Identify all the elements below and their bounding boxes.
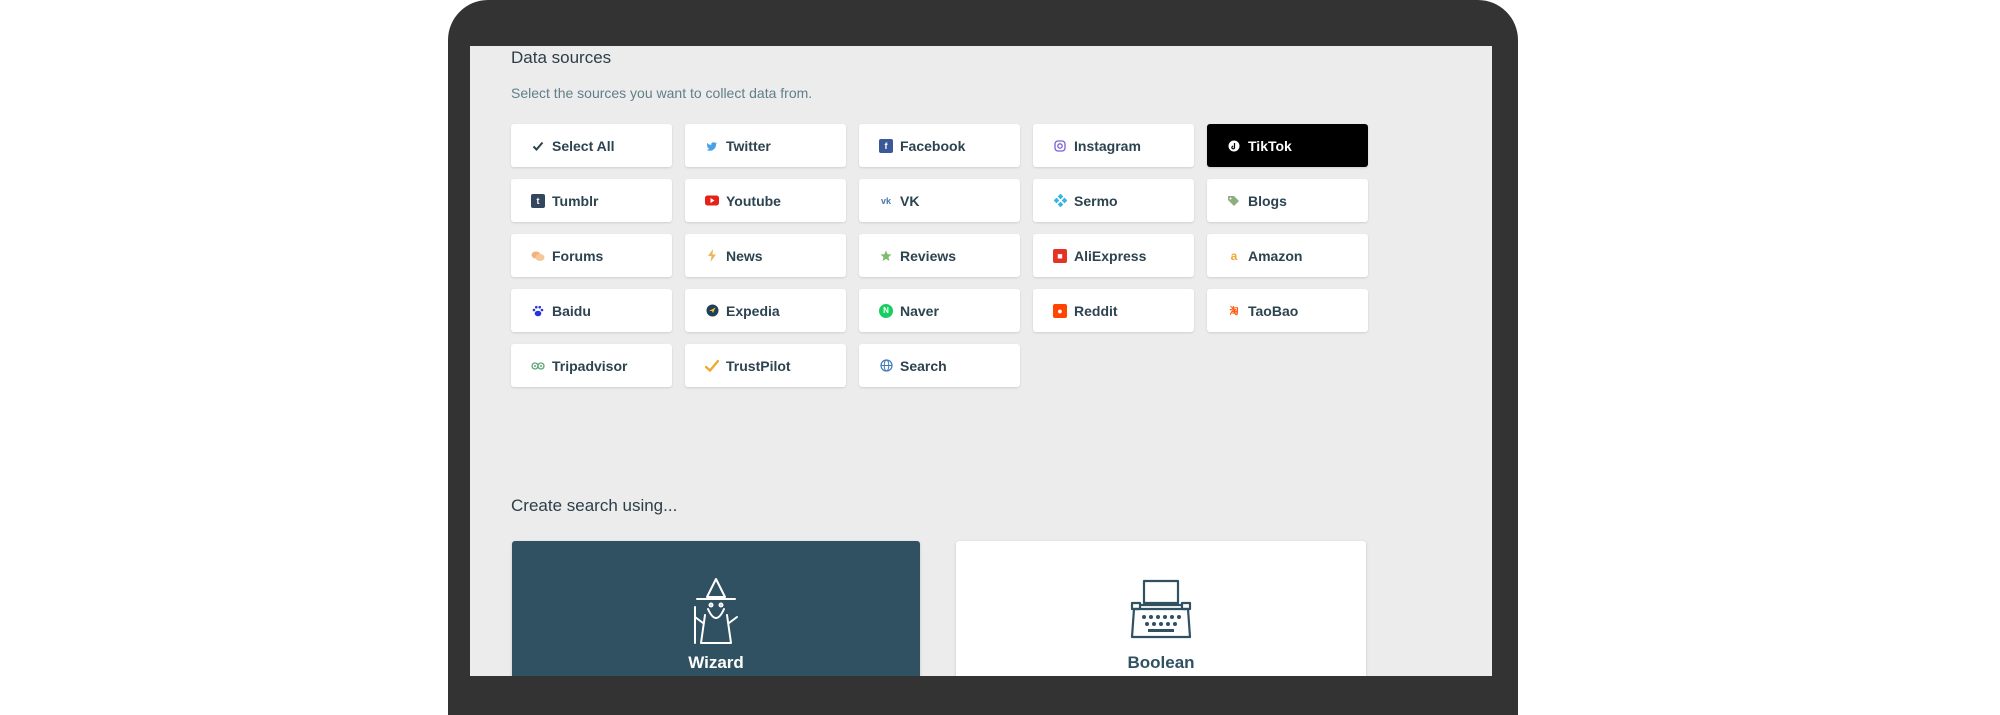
source-news-button[interactable]: News — [685, 234, 846, 277]
source-tiktok-button[interactable]: TikTok — [1207, 124, 1368, 167]
source-label: Naver — [900, 302, 939, 319]
source-tripadvisor-button[interactable]: Tripadvisor — [511, 344, 672, 387]
twitter-icon — [705, 139, 719, 153]
checkmark-icon — [705, 359, 719, 373]
source-label: VK — [900, 192, 920, 209]
source-label: News — [726, 247, 763, 264]
source-vk-button[interactable]: vk VK — [859, 179, 1020, 222]
source-label: Blogs — [1248, 192, 1287, 209]
source-taobao-button[interactable]: 淘 TaoBao — [1207, 289, 1368, 332]
bolt-icon — [705, 249, 719, 263]
source-label: TikTok — [1248, 137, 1292, 154]
source-blogs-button[interactable]: Blogs — [1207, 179, 1368, 222]
source-label: TrustPilot — [726, 357, 791, 374]
source-label: Baidu — [552, 302, 591, 319]
app-screen: Data sources Select the sources you want… — [470, 46, 1492, 676]
source-trustpilot-button[interactable]: TrustPilot — [685, 344, 846, 387]
source-label: Reviews — [900, 247, 957, 264]
source-search-button[interactable]: Search — [859, 344, 1020, 387]
naver-icon: N — [879, 303, 893, 318]
facebook-icon: f — [879, 138, 893, 153]
tripadvisor-owl-icon — [531, 359, 545, 373]
source-label: Search — [900, 357, 947, 374]
source-twitter-button[interactable]: Twitter — [685, 124, 846, 167]
vk-icon: vk — [880, 195, 891, 206]
source-facebook-button[interactable]: f Facebook — [859, 124, 1020, 167]
source-label: Youtube — [726, 192, 781, 209]
source-baidu-button[interactable]: Baidu — [511, 289, 672, 332]
source-label: Tripadvisor — [552, 357, 628, 374]
source-label: Select All — [552, 137, 615, 154]
check-icon — [531, 139, 545, 153]
source-label: Sermo — [1074, 192, 1118, 209]
taobao-icon: 淘 — [1229, 305, 1239, 316]
source-aliexpress-button[interactable]: ■ AliExpress — [1033, 234, 1194, 277]
source-label: Instagram — [1074, 137, 1141, 154]
sermo-icon — [1053, 194, 1067, 208]
source-instagram-button[interactable]: Instagram — [1033, 124, 1194, 167]
source-amazon-button[interactable]: a Amazon — [1207, 234, 1368, 277]
chat-bubbles-icon — [531, 249, 545, 263]
source-reviews-button[interactable]: Reviews — [859, 234, 1020, 277]
source-tumblr-button[interactable]: t Tumblr — [511, 179, 672, 222]
source-expedia-button[interactable]: Expedia — [685, 289, 846, 332]
wizard-icon — [691, 577, 741, 650]
tag-icon — [1227, 194, 1241, 208]
source-select-all-button[interactable]: Select All — [511, 124, 672, 167]
source-label: Twitter — [726, 137, 771, 154]
source-youtube-button[interactable]: Youtube — [685, 179, 846, 222]
wizard-option-card[interactable]: Wizard — [512, 541, 920, 676]
globe-icon — [879, 359, 893, 373]
boolean-label: Boolean — [1127, 653, 1195, 672]
reddit-icon: ● — [1053, 303, 1067, 318]
boolean-option-card[interactable]: Boolean — [956, 541, 1366, 676]
aliexpress-icon: ■ — [1053, 248, 1067, 263]
star-icon — [879, 249, 893, 263]
tumblr-icon: t — [531, 193, 545, 208]
source-label: Facebook — [900, 137, 966, 154]
source-reddit-button[interactable]: ● Reddit — [1033, 289, 1194, 332]
create-search-title: Create search using... — [511, 496, 678, 515]
data-sources-grid: Select All Twitter f Facebook Instagram … — [511, 124, 1368, 387]
data-sources-subtitle: Select the sources you want to collect d… — [511, 85, 813, 101]
amazon-icon: a — [1230, 248, 1238, 263]
source-label: Forums — [552, 247, 604, 264]
youtube-icon — [705, 194, 719, 208]
source-label: Expedia — [726, 302, 780, 319]
source-label: Amazon — [1248, 247, 1303, 264]
tiktok-icon — [1227, 139, 1241, 153]
source-label: Reddit — [1074, 302, 1118, 319]
expedia-icon — [705, 304, 719, 318]
typewriter-icon — [1128, 577, 1194, 648]
wizard-label: Wizard — [688, 653, 744, 672]
baidu-paw-icon — [531, 304, 545, 318]
source-forums-button[interactable]: Forums — [511, 234, 672, 277]
instagram-icon — [1053, 139, 1067, 153]
source-label: Tumblr — [552, 192, 599, 209]
source-sermo-button[interactable]: Sermo — [1033, 179, 1194, 222]
source-naver-button[interactable]: N Naver — [859, 289, 1020, 332]
source-label: AliExpress — [1074, 247, 1147, 264]
source-label: TaoBao — [1248, 302, 1299, 319]
data-sources-title: Data sources — [511, 48, 612, 67]
